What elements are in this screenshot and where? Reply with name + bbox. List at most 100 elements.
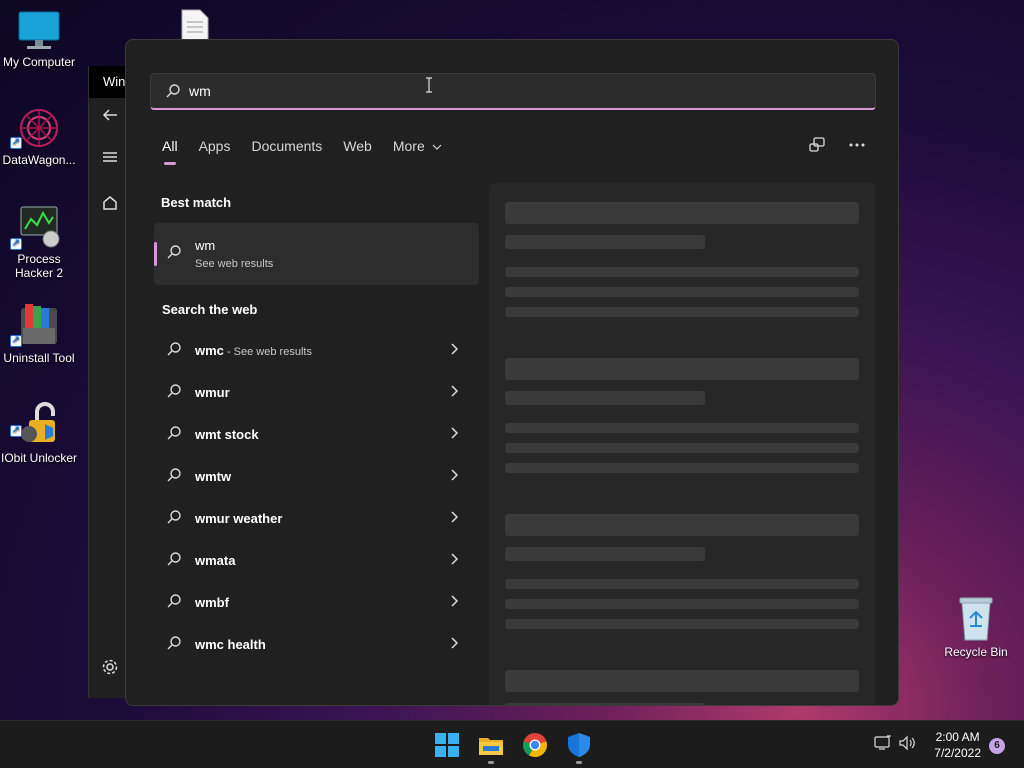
desktop-icon-datawagon[interactable]: ↗ DataWagon... [0, 106, 78, 167]
search-icon [167, 426, 181, 440]
account-switch-icon[interactable] [808, 136, 826, 154]
tab-web[interactable]: Web [343, 138, 372, 162]
clock-time: 2:00 AM [935, 730, 980, 744]
volume-icon[interactable] [898, 735, 916, 751]
skeleton-bar [505, 307, 859, 317]
recycle-bin-label: Recycle Bin [944, 645, 1008, 659]
chevron-right-icon [449, 342, 459, 358]
hamburger-menu-icon[interactable] [99, 148, 121, 170]
tab-apps[interactable]: Apps [199, 138, 231, 162]
desktop-icon-label: Uninstall Tool [3, 351, 75, 365]
skeleton-bar [505, 202, 859, 224]
web-result-row[interactable]: wmata [154, 540, 479, 582]
notification-badge[interactable]: 6 [989, 738, 1005, 754]
skeleton-bar [505, 391, 705, 405]
web-result-row[interactable]: wmc health [154, 624, 479, 666]
desktop-icon-label: Process Hacker 2 [14, 252, 64, 280]
desktop-icon-label: IObit Unlocker [0, 451, 78, 465]
desktop-icon-iobit-unlocker[interactable]: ↗ IObit Unlocker [0, 400, 78, 465]
desktop-icon-my-computer[interactable]: My Computer [0, 10, 78, 69]
skeleton-bar [505, 463, 859, 473]
web-result-row[interactable]: wmtw [154, 456, 479, 498]
best-match-title: wm [195, 238, 216, 253]
network-icon[interactable] [874, 735, 892, 751]
search-icon [167, 510, 181, 524]
chevron-down-icon [432, 144, 442, 150]
chrome-icon[interactable] [521, 731, 549, 759]
running-indicator [576, 761, 582, 764]
web-result-query: wmt stock [195, 427, 259, 442]
skeleton-bar [505, 514, 859, 536]
web-result-label: wmur weather [195, 511, 282, 526]
web-result-row[interactable]: wmt stock [154, 414, 479, 456]
shortcut-arrow-icon: ↗ [10, 238, 22, 250]
desktop-icon-recycle-bin[interactable]: Recycle Bin [940, 596, 1012, 659]
web-result-query: wmtw [195, 469, 232, 484]
search-the-web-heading: Search the web [162, 302, 258, 317]
text-cursor-icon [426, 77, 432, 93]
web-result-row[interactable]: wmur weather [154, 498, 479, 540]
skeleton-bar [505, 443, 859, 453]
web-result-query: wmc health [195, 637, 266, 652]
preview-pane-loading [489, 183, 875, 705]
recycle-bin-icon [959, 597, 993, 641]
document-icon[interactable] [178, 8, 212, 42]
web-result-query: wmc [195, 343, 224, 358]
more-options-icon[interactable] [848, 136, 866, 154]
computer-icon [18, 11, 60, 49]
tab-documents[interactable]: Documents [251, 138, 322, 162]
taskbar: 2:00 AM 7/2/2022 6 [0, 720, 1024, 768]
windows-security-icon[interactable] [565, 731, 593, 759]
web-result-row[interactable]: wmbf [154, 582, 479, 624]
skeleton-bar [505, 599, 859, 609]
tab-all[interactable]: All [162, 138, 178, 165]
shortcut-arrow-icon: ↗ [10, 425, 22, 437]
search-icon [167, 552, 181, 566]
desktop-icon-uninstall-tool[interactable]: ↗ Uninstall Tool [0, 302, 78, 365]
back-arrow-icon[interactable] [99, 106, 121, 128]
start-search-panel: All Apps Documents Web More Best match w… [125, 39, 899, 706]
chevron-right-icon [449, 636, 459, 652]
file-explorer-icon[interactable] [477, 731, 505, 759]
background-app-window[interactable]: Win [88, 66, 128, 698]
search-top-actions [808, 136, 866, 154]
skeleton-bar [505, 547, 705, 561]
desktop-icon-process-hacker[interactable]: ↗ Process Hacker 2 [0, 205, 78, 280]
home-icon[interactable] [99, 194, 121, 216]
best-match-result[interactable]: wm See web results [154, 223, 479, 285]
web-result-label: wmc health [195, 637, 266, 652]
skeleton-bar [505, 619, 859, 629]
windows-start-icon[interactable] [433, 731, 461, 759]
desktop-icon-label: My Computer [2, 55, 76, 69]
search-box[interactable] [150, 73, 876, 110]
desktop-icon-label: DataWagon... [2, 153, 76, 167]
settings-gear-icon[interactable] [99, 658, 121, 680]
search-input[interactable] [189, 83, 789, 99]
web-result-label: wmtw [195, 469, 231, 484]
iobit-unlocker-icon [21, 402, 55, 442]
web-result-suffix: - See web results [223, 346, 312, 358]
running-indicator [488, 761, 494, 764]
clock-date: 7/2/2022 [934, 746, 981, 760]
search-icon [167, 636, 181, 650]
web-results-list: wmc - See web results wmur wmt stock wmt… [154, 330, 479, 666]
web-result-query: wmata [195, 553, 236, 568]
web-result-label: wmc - See web results [195, 343, 312, 358]
search-icon [167, 594, 181, 608]
web-result-query: wmur [195, 385, 230, 400]
chevron-right-icon [449, 594, 459, 610]
shortcut-arrow-icon: ↗ [10, 335, 22, 347]
web-result-label: wmbf [195, 595, 229, 610]
tab-more[interactable]: More [393, 138, 442, 162]
web-result-row[interactable]: wmc - See web results [154, 330, 479, 372]
chevron-right-icon [449, 426, 459, 442]
taskbar-clock[interactable]: 2:00 AM 7/2/2022 [934, 729, 981, 761]
search-icon [167, 384, 181, 398]
best-match-heading: Best match [161, 195, 232, 210]
web-result-row[interactable]: wmur [154, 372, 479, 414]
skeleton-bar [505, 235, 705, 249]
chevron-right-icon [449, 552, 459, 568]
best-match-subtitle: See web results [195, 258, 274, 270]
skeleton-bar [505, 423, 859, 433]
web-result-label: wmt stock [195, 427, 259, 442]
